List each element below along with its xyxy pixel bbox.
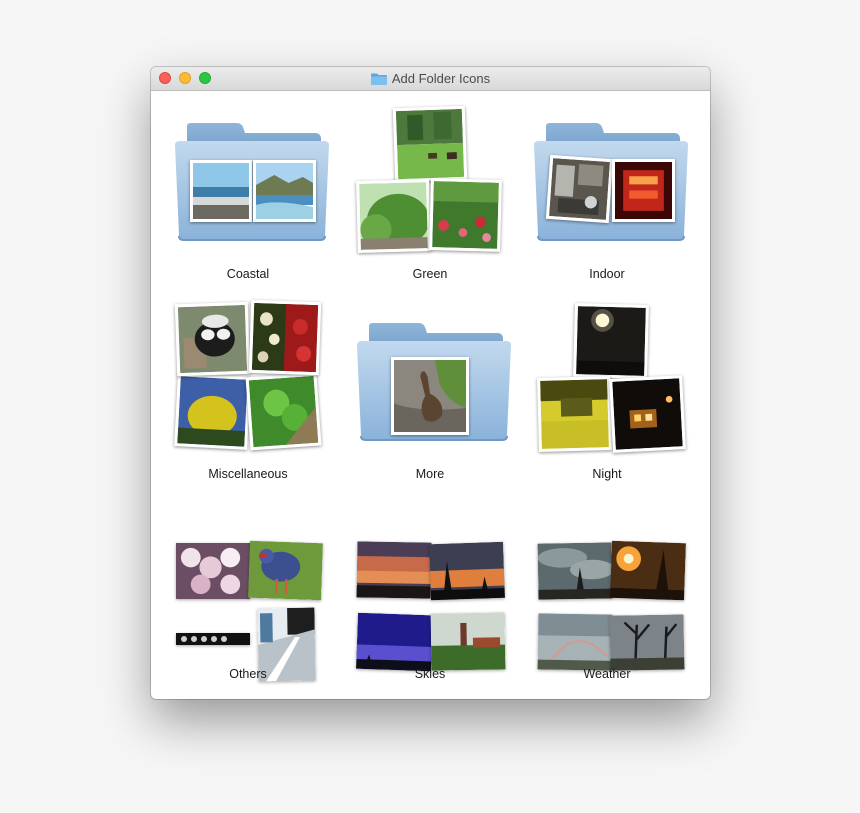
folder-label: Others [229, 667, 267, 681]
photo-thumbnail [176, 543, 250, 599]
photo-thumbnail [356, 612, 433, 672]
photo-thumbnail [612, 159, 675, 222]
window-title: Add Folder Icons [151, 67, 710, 90]
window-title-text: Add Folder Icons [391, 71, 491, 86]
photo-thumbnail [537, 542, 613, 600]
photo-thumbnail [609, 375, 686, 453]
folder-label: Weather [583, 667, 631, 681]
folder-label: Indoor [589, 267, 625, 281]
photo-thumbnail [430, 612, 506, 671]
app-window: Add Folder Icons Coastal Green Indoor Mi… [151, 67, 710, 699]
photo-thumbnail [429, 541, 505, 601]
photo-thumbnail [545, 154, 614, 224]
photo-thumbnail [176, 633, 250, 645]
folder-item-skies[interactable]: Skies [337, 491, 523, 691]
photo-thumbnail [190, 160, 252, 222]
photo-thumbnail [392, 105, 468, 183]
folder-item-miscellaneous[interactable]: Miscellaneous [155, 291, 341, 491]
photo-thumbnail [253, 160, 316, 222]
photo-thumbnail [174, 373, 251, 450]
photo-thumbnail [610, 540, 686, 601]
photo-thumbnail [245, 372, 322, 451]
photo-thumbnail [429, 178, 502, 252]
folder-item-green[interactable]: Green [337, 91, 523, 291]
photo-thumbnail [356, 541, 432, 599]
folder-item-weather[interactable]: Weather [514, 491, 700, 691]
folder-label: Skies [414, 667, 446, 681]
photo-thumbnail [537, 376, 612, 452]
title-bar[interactable]: Add Folder Icons [151, 67, 710, 91]
folder-icon [370, 73, 387, 85]
folder-item-coastal[interactable]: Coastal [155, 91, 341, 291]
folder-label: Night [592, 467, 622, 481]
folder-label: Miscellaneous [208, 467, 288, 481]
photo-thumbnail [248, 299, 322, 376]
photo-thumbnail [609, 614, 685, 671]
folder-label: More [415, 467, 445, 481]
folder-item-more[interactable]: More [337, 291, 523, 491]
folder-icon-grid: Coastal Green Indoor Miscellaneous More … [151, 91, 710, 699]
folder-label: Coastal [226, 267, 270, 281]
folder-item-others[interactable]: Others [155, 491, 341, 691]
photo-thumbnail [174, 301, 251, 377]
folder-item-indoor[interactable]: Indoor [514, 91, 700, 291]
photo-thumbnail [248, 540, 323, 601]
folder-label: Green [412, 267, 448, 281]
photo-thumbnail [537, 613, 613, 671]
photo-thumbnail [356, 179, 431, 253]
photo-thumbnail [573, 303, 649, 379]
folder-item-night[interactable]: Night [514, 291, 700, 491]
photo-thumbnail [391, 357, 469, 435]
